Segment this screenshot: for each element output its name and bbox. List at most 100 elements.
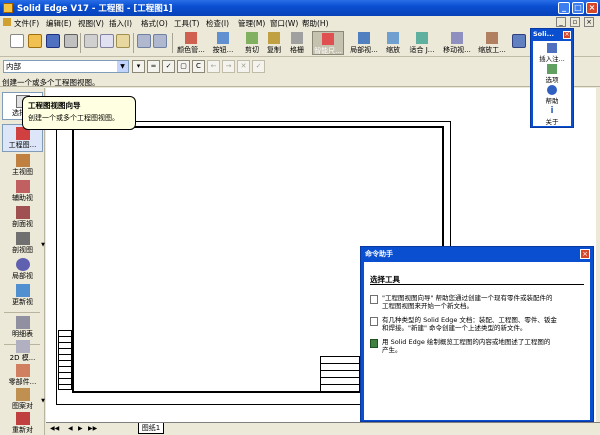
command-assistant-title: 命令助手	[365, 250, 393, 258]
realign-button[interactable]: 重新对	[2, 410, 43, 435]
auxiliary-view-button[interactable]: 辅助视	[2, 178, 43, 206]
new-icon[interactable]	[10, 34, 24, 48]
relation-button[interactable]: 复制	[264, 31, 284, 55]
title-bar[interactable]: Solid Edge V17 - 工程图 - [工程图1] _ □ ×	[0, 0, 600, 16]
help-button[interactable]: 帮助	[533, 85, 571, 105]
grid-button[interactable]: 格栅	[287, 31, 307, 55]
layer-select[interactable]: 内部 ▼	[3, 60, 129, 73]
update-view-icon	[15, 284, 30, 297]
section-view-icon	[15, 206, 30, 219]
cutaway-view-label: 剖视图	[12, 246, 33, 254]
dropdown-arrow-icon[interactable]: ▼	[41, 398, 45, 404]
ca-entry-new[interactable]: 有几种类型的 Solid Edge 文档：装配、工程图、零件、钣金 和焊接。"新…	[370, 316, 584, 334]
parts-list-icon	[15, 316, 30, 329]
menu-edit[interactable]: 编辑(E)	[46, 18, 72, 29]
menu-format[interactable]: 格式(O)	[141, 18, 168, 29]
arrow-left-icon[interactable]: ←	[207, 60, 220, 73]
detail-view-icon	[358, 32, 370, 44]
vertical-scrollbar[interactable]	[596, 88, 600, 422]
toolbar-separator	[133, 33, 134, 53]
about-label: 关于	[545, 118, 559, 126]
fill-icon[interactable]: ▢	[177, 60, 190, 73]
cancel-icon[interactable]: ✕	[237, 60, 250, 73]
mdi-minimize-icon[interactable]: _	[556, 17, 566, 27]
tooltip-title: 工程图视图向导	[28, 101, 81, 110]
close-icon[interactable]: ×	[580, 249, 590, 259]
clip-button[interactable]: 剪切	[242, 31, 262, 55]
menu-manage[interactable]: 管理(M)	[238, 18, 265, 29]
section-view-button[interactable]: 剖面视	[2, 204, 43, 232]
fit-button[interactable]: 适合 J...	[406, 31, 438, 55]
zoom-button[interactable]: 缩放	[382, 31, 404, 55]
save-icon[interactable]	[46, 34, 60, 48]
title-block	[320, 356, 360, 393]
layer-toolbar: 内部 ▼ ▾ ═ ✓ ▢ C ← → ✕ ✓	[0, 58, 600, 75]
menu-file[interactable]: 文件(F)	[14, 18, 39, 29]
app-icon	[3, 3, 13, 13]
close-icon[interactable]: ×	[586, 2, 598, 14]
about-button[interactable]: i 关于	[533, 106, 571, 126]
zoom-tool-button[interactable]: 缩放工...	[476, 31, 508, 55]
cutaway-view-button[interactable]: 剖视图 ▼	[2, 230, 45, 258]
options-button[interactable]: 选项	[533, 64, 571, 84]
copy-icon[interactable]	[100, 34, 114, 48]
print-icon[interactable]	[64, 34, 78, 48]
menu-insert[interactable]: 插入(I)	[109, 18, 132, 29]
ca-entry-wizard[interactable]: "工程图视图向导" 帮助您通过创建一个现有零件或装配件的 工程图视图来开始一个新…	[370, 294, 584, 312]
sheet-tab-1[interactable]: 图纸1	[138, 423, 164, 434]
drawing-view-toolbar: 选择工 工程图... 主视图 辅助视 剖面视 剖视图 ▼ 局部视 更新视 明细表…	[0, 88, 45, 435]
close-icon[interactable]: ×	[563, 31, 571, 39]
menu-inspect[interactable]: 检查(I)	[206, 18, 229, 29]
menu-tools[interactable]: 工具(T)	[174, 18, 199, 29]
mdi-restore-icon[interactable]: ▫	[570, 17, 580, 27]
detail-view-tool-button[interactable]: 局部视	[2, 256, 43, 284]
accept-icon[interactable]: ✓	[252, 60, 265, 73]
doc-icon	[3, 18, 11, 26]
floating-palette: Soli... × 插入注... 选项 帮助 i 关于	[530, 28, 574, 128]
update-view-button[interactable]: 更新视	[2, 282, 43, 310]
dropdown-arrow-icon[interactable]: ▼	[41, 242, 45, 248]
minimize-icon[interactable]: _	[558, 2, 570, 14]
first-sheet-icon[interactable]: ◀◀	[50, 425, 59, 432]
smart-dimension-icon	[322, 33, 334, 45]
line-width-icon[interactable]: ═	[147, 60, 160, 73]
open-icon[interactable]	[28, 34, 42, 48]
arrow-right-icon[interactable]: →	[222, 60, 235, 73]
grid-label: 格栅	[290, 46, 304, 54]
document-icon	[370, 317, 378, 326]
prev-sheet-icon[interactable]: ◀	[68, 425, 73, 432]
chevron-down-icon[interactable]: ▼	[117, 61, 128, 72]
text-icon[interactable]: C	[192, 60, 205, 73]
move-view-button[interactable]: 移动视...	[440, 31, 474, 55]
next-sheet-icon[interactable]: ▶	[78, 425, 83, 432]
check-icon[interactable]: ✓	[162, 60, 175, 73]
cut-icon[interactable]	[84, 34, 98, 48]
insert-note-button[interactable]: 插入注...	[533, 43, 571, 63]
pushbutton-button[interactable]: 按钮...	[208, 31, 238, 55]
sheet-tabs: ◀◀ ◀ ▶ ▶▶ 图纸1	[46, 422, 600, 435]
menu-view[interactable]: 视图(V)	[78, 18, 104, 29]
undo-icon[interactable]	[137, 34, 151, 48]
principal-view-icon	[15, 154, 30, 167]
menu-window[interactable]: 窗口(W)	[270, 18, 298, 29]
whats-this-icon[interactable]	[512, 34, 526, 48]
last-sheet-icon[interactable]: ▶▶	[88, 425, 97, 432]
cutaway-view-icon	[15, 232, 30, 245]
pattern-icon	[15, 388, 30, 401]
auxiliary-view-label: 辅助视	[12, 194, 33, 202]
principal-view-button[interactable]: 主视图	[2, 152, 43, 180]
menu-help[interactable]: 帮助(H)	[302, 18, 329, 29]
line-color-icon[interactable]: ▾	[132, 60, 145, 73]
window-title: Solid Edge V17 - 工程图 - [工程图1]	[17, 4, 173, 14]
command-assistant-body: 选择工具 "工程图视图向导" 帮助您通过创建一个现有零件或装配件的 工程图视图来…	[364, 262, 590, 420]
paste-icon[interactable]	[116, 34, 130, 48]
ca-entry-overview[interactable]: 用 Solid Edge 绘制概览工程图的内容或地图述了工程图的 产生。	[370, 338, 584, 356]
maximize-icon[interactable]: □	[572, 2, 584, 14]
detail-view-button[interactable]: 局部视...	[348, 31, 380, 55]
color-manager-button[interactable]: 颜色管...	[176, 31, 206, 55]
toolbar-divider	[4, 312, 40, 313]
redo-icon[interactable]	[153, 34, 167, 48]
smart-dimension-button[interactable]: 智能尺...	[312, 31, 344, 55]
detail-circle-icon	[15, 258, 30, 271]
mdi-close-icon[interactable]: ×	[584, 17, 594, 27]
